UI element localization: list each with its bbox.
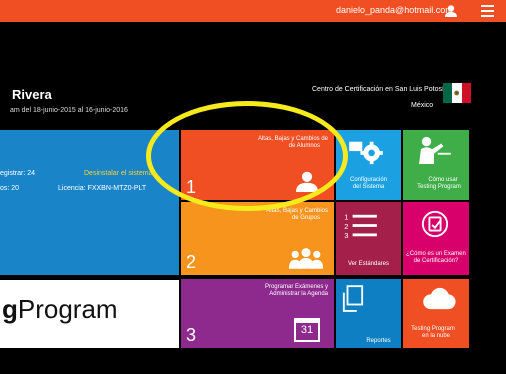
tile-nube-label-2: en la nube (421, 333, 451, 339)
tile-altas-grupos-title-1: Altas, Bajas y Cambios (266, 208, 328, 214)
logo-bold: g (2, 294, 18, 324)
tile-examen-label-2: de Certificación? (413, 258, 459, 264)
school-name: Rivera (12, 87, 52, 102)
tile-programar-examenes[interactable]: Programar Exámenes y Administrar la Agen… (181, 279, 334, 348)
tile-como-usar-label-2: Testing Program (417, 184, 461, 190)
tile-estandares-label: Ver Estándares (347, 261, 390, 267)
testing-program-logo: gProgram (0, 280, 179, 348)
top-bar: danielo_panda@hotmail.com (0, 0, 506, 22)
svg-text:3: 3 (344, 231, 348, 240)
mexico-flag-icon (443, 83, 471, 103)
tile-ver-estandares[interactable]: 1 2 3 Ver Estándares (336, 202, 401, 275)
numbered-list-icon: 1 2 3 (344, 212, 377, 240)
calendar-icon: 31 (294, 318, 320, 342)
svg-text:2: 2 (344, 222, 348, 231)
tile-reportes[interactable]: Reportes (336, 279, 401, 348)
tile-examen-label-1: ¿Cómo es un Examen (406, 251, 466, 257)
license-key: Licencia: FXXBN-MTZ0-PLT (58, 185, 147, 192)
gear-icon (349, 141, 383, 165)
tile-altas-grupos-title-2: de Grupos (291, 215, 320, 221)
exam-icon (421, 210, 449, 238)
country-label: México (411, 102, 434, 109)
available-count: os: 20 (0, 185, 20, 192)
tile-como-usar[interactable]: Cómo usar Testing Program (403, 130, 469, 200)
hamburger-menu-icon[interactable] (481, 5, 494, 17)
tile-altas-grupos[interactable]: Altas, Bajas y Cambios de Grupos 2 (181, 202, 334, 275)
svg-text:1: 1 (344, 212, 348, 221)
documents-icon (342, 285, 364, 312)
exam-period: am del 18-junio-2015 al 16-junio-2016 (10, 107, 128, 114)
tile-number-2: 2 (186, 252, 197, 272)
registered-count: egistrar: 24 (0, 170, 36, 177)
tile-programar-title-2: Administrar la Agenda (269, 291, 328, 297)
user-email[interactable]: danielo_panda@hotmail.com (336, 5, 453, 15)
tile-configuracion-label-1: Configuración (349, 177, 388, 183)
tile-como-es-examen[interactable]: ¿Cómo es un Examen de Certificación? (403, 202, 469, 275)
presenter-icon (419, 136, 451, 164)
tile-testing-nube[interactable]: Testing Program en la nube (403, 279, 469, 348)
center-name: Centro de Certificación en San Luis Poto… (312, 86, 444, 93)
tile-nube-label-1: Testing Program (411, 326, 455, 332)
group-icon (288, 248, 324, 269)
tile-configuracion-label-2: del Sistema (352, 184, 385, 190)
tile-programar-title-1: Programar Exámenes y (264, 284, 328, 290)
user-icon[interactable] (444, 4, 458, 18)
highlight-ring (146, 101, 348, 211)
cloud-icon (423, 287, 456, 310)
tile-number-3: 3 (186, 325, 197, 345)
tile-como-usar-label-1: Cómo usar (428, 177, 458, 183)
calendar-day: 31 (300, 324, 314, 336)
uninstall-link[interactable]: Desinstalar el sistema (84, 170, 152, 177)
tile-reportes-label: Reportes (366, 338, 391, 344)
logo-rest: Program (17, 294, 118, 324)
